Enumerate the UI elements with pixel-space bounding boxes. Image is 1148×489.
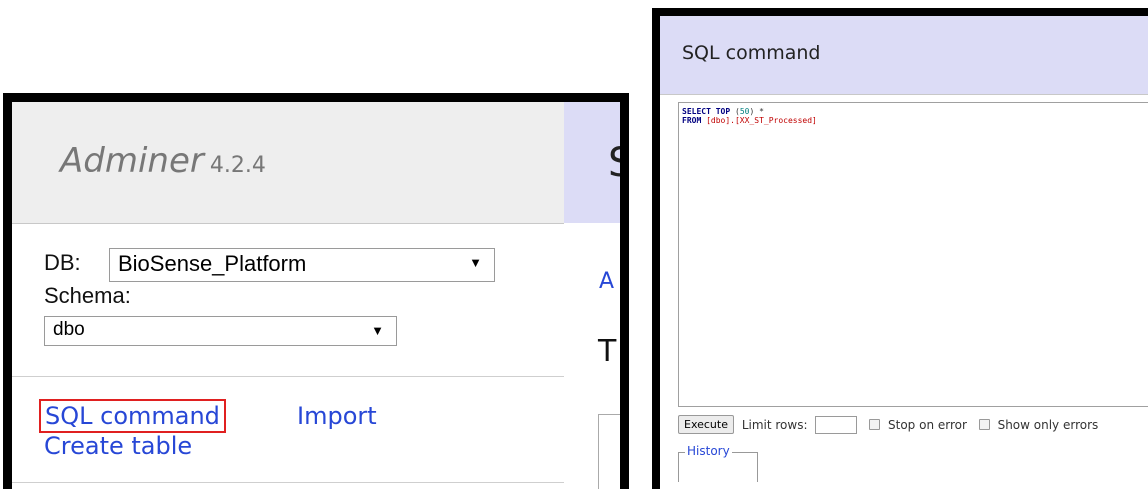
divider xyxy=(12,376,564,377)
sql-keyword: FROM xyxy=(682,116,702,125)
adminer-sidebar-panel: Adminer4.2.4 S DB: BioSense_Platform ▼ S… xyxy=(3,93,629,489)
content-title-fragment: T xyxy=(598,334,617,369)
stop-on-error-checkbox[interactable] xyxy=(869,419,881,430)
sql-keyword: SELECT TOP xyxy=(682,107,731,116)
query-controls: Execute Limit rows: Stop on error Show o… xyxy=(678,415,1098,437)
schema-select[interactable]: dbo ▼ xyxy=(44,316,397,346)
sql-query-textarea[interactable]: SELECT TOP (50) * FROM [dbo].[XX_ST_Proc… xyxy=(678,102,1148,407)
create-table-link[interactable]: Create table xyxy=(44,432,192,460)
logo-bar: Adminer 4.2.4 xyxy=(12,102,564,224)
history-link[interactable]: History xyxy=(685,444,732,458)
db-select[interactable]: BioSense_Platform ▼ xyxy=(109,248,495,282)
schema-label: Schema: xyxy=(44,283,131,308)
logo-text: Adminer xyxy=(60,141,204,181)
content-box-fragment xyxy=(598,414,620,489)
execute-button[interactable]: Execute xyxy=(678,415,734,434)
sql-command-link[interactable]: SQL command xyxy=(39,399,226,433)
adminer-logo[interactable]: Adminer 4.2.4 xyxy=(60,141,266,181)
divider xyxy=(12,482,564,483)
sql-identifier: [dbo].[XX_ST_Processed] xyxy=(701,116,817,125)
limit-rows-label: Limit rows: xyxy=(741,417,808,432)
sql-punct: ) * xyxy=(749,107,764,116)
import-link[interactable]: Import xyxy=(297,402,377,430)
dropdown-arrow-icon: ▼ xyxy=(469,255,482,270)
page-title: SQL command xyxy=(682,42,821,64)
sql-number: 50 xyxy=(739,107,750,116)
show-only-errors-label[interactable]: Show only errors xyxy=(998,418,1099,432)
query-line-1: SELECT TOP (50) * xyxy=(682,107,1148,116)
sql-punct: ( xyxy=(730,107,740,116)
version-label: 4.2.4 xyxy=(209,153,266,178)
limit-rows-input[interactable] xyxy=(815,415,858,434)
content-link-fragment[interactable]: A xyxy=(599,269,614,294)
main-header-peek: S xyxy=(564,102,620,223)
schema-selected-value: dbo xyxy=(53,319,85,340)
sql-command-panel: SQL command SELECT TOP (50) * FROM [dbo]… xyxy=(652,8,1148,489)
query-line-2: FROM [dbo].[XX_ST_Processed] xyxy=(682,116,1148,125)
show-only-errors-checkbox[interactable] xyxy=(978,419,990,430)
dropdown-arrow-icon: ▼ xyxy=(371,323,384,338)
history-fieldset: History xyxy=(678,444,758,482)
stop-on-error-label[interactable]: Stop on error xyxy=(888,418,967,432)
panel-header: SQL command xyxy=(660,16,1148,95)
db-selected-value: BioSense_Platform xyxy=(118,251,307,276)
main-title-fragment: S xyxy=(608,140,620,186)
db-label: DB: xyxy=(44,250,81,275)
